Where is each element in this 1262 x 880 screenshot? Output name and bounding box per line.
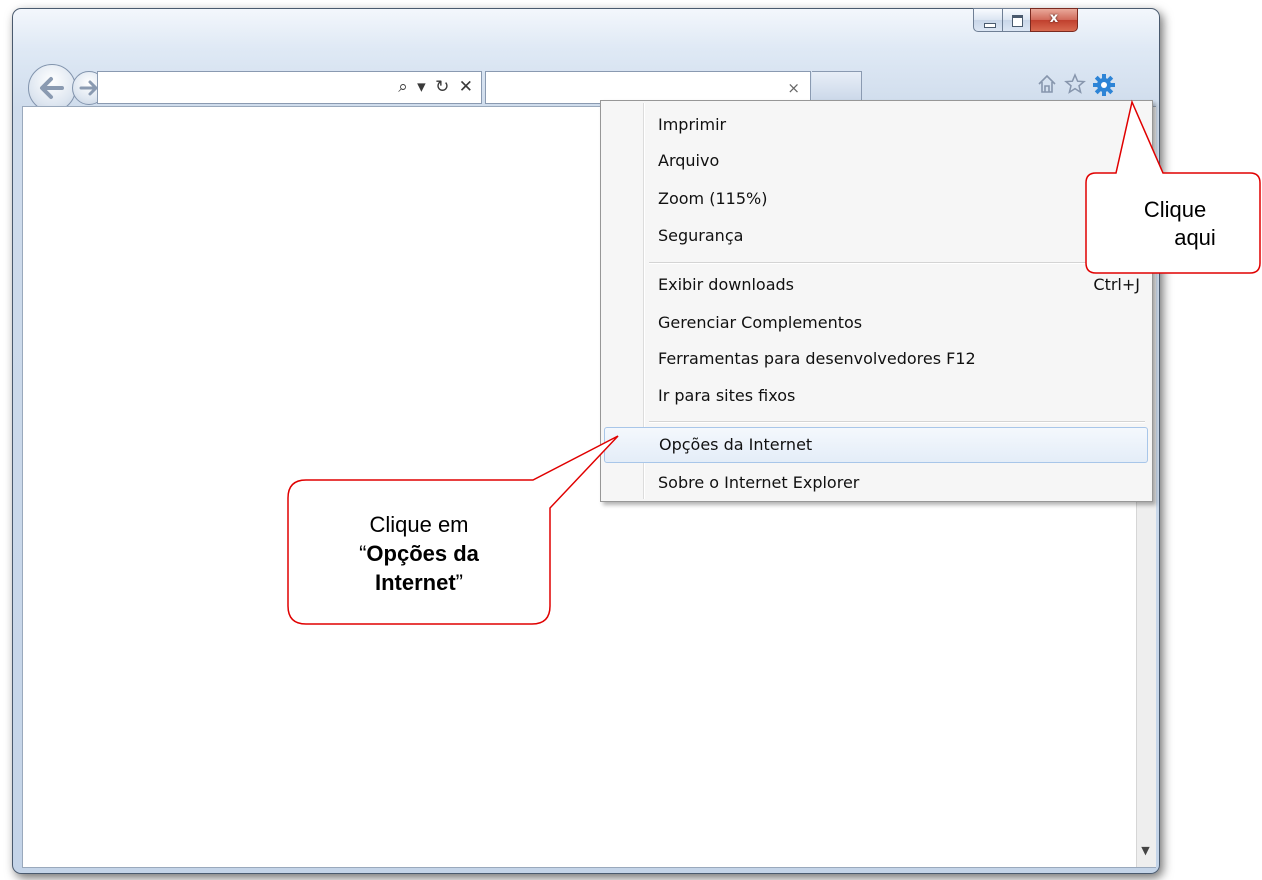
menu-item-label: Ir para sites fixos [658,386,796,405]
menu-separator [649,262,1145,264]
menu-item-zoom[interactable]: Zoom (115%) [604,181,1148,217]
gear-icon[interactable] [1092,73,1116,101]
callout-text-line2: aqui [1174,225,1216,250]
menu-item-sites-fixos[interactable]: Ir para sites fixos [604,378,1148,414]
home-icon[interactable] [1036,73,1058,100]
tools-menu: Imprimir Arquivo Zoom (115%) Segurança E… [600,100,1153,502]
menu-item-label: Gerenciar Complementos [658,313,863,332]
menu-item-label: Ferramentas para desenvolvedores F12 [658,349,976,368]
menu-item-sobre[interactable]: Sobre o Internet Explorer [604,465,1148,501]
favorites-star-icon[interactable] [1064,73,1086,100]
menu-item-shortcut: Ctrl+J [1093,275,1140,294]
callout-opcoes-internet: Clique em “Opções da Internet” [287,430,628,630]
address-bar[interactable]: ⌕ ▾ ↻ ✕ [97,71,482,104]
search-clear-icon[interactable]: × [787,79,800,97]
menu-item-label: Opções da Internet [659,435,813,454]
back-button[interactable] [28,64,76,112]
minimize-button[interactable] [973,8,1003,32]
maximize-icon [1012,15,1023,27]
menu-item-label: Arquivo [658,151,720,170]
menu-separator [649,421,1145,423]
callout-text-emphasis: “Opções da Internet” [288,539,550,597]
menu-item-imprimir[interactable]: Imprimir [604,107,1148,143]
maximize-button[interactable] [1002,8,1031,32]
callout-text-line1: Clique em [369,512,469,537]
callout-clique-aqui: Clique aqui [1085,99,1262,276]
close-button[interactable]: x [1030,8,1078,32]
menu-item-exibir-downloads[interactable]: Exibir downloads Ctrl+J [604,267,1148,303]
back-arrow-icon [40,77,64,99]
address-tools-icons[interactable]: ⌕ ▾ ↻ ✕ [398,77,475,97]
menu-item-label: Imprimir [658,115,727,134]
menu-item-label: Zoom (115%) [658,189,768,208]
callout-text-line1: Clique [1143,197,1207,222]
menu-item-label: Exibir downloads [658,275,794,294]
menu-item-label: Sobre o Internet Explorer [658,473,860,492]
close-icon: x [1049,11,1059,26]
callout-close-quote: ” [455,570,463,595]
menu-item-gerenciar-complementos[interactable]: Gerenciar Complementos [604,305,1148,341]
menu-item-label: Segurança [658,226,744,245]
minimize-icon [984,23,996,28]
menu-item-arquivo[interactable]: Arquivo [604,143,1148,179]
menu-item-opcoes-internet[interactable]: Opções da Internet [604,427,1148,463]
scroll-down-arrow-icon[interactable]: ▼ [1136,837,1155,865]
menu-item-seguranca[interactable]: Segurança [604,218,1148,254]
menu-item-ferramentas-desenvolvedores[interactable]: Ferramentas para desenvolvedores F12 [604,341,1148,377]
